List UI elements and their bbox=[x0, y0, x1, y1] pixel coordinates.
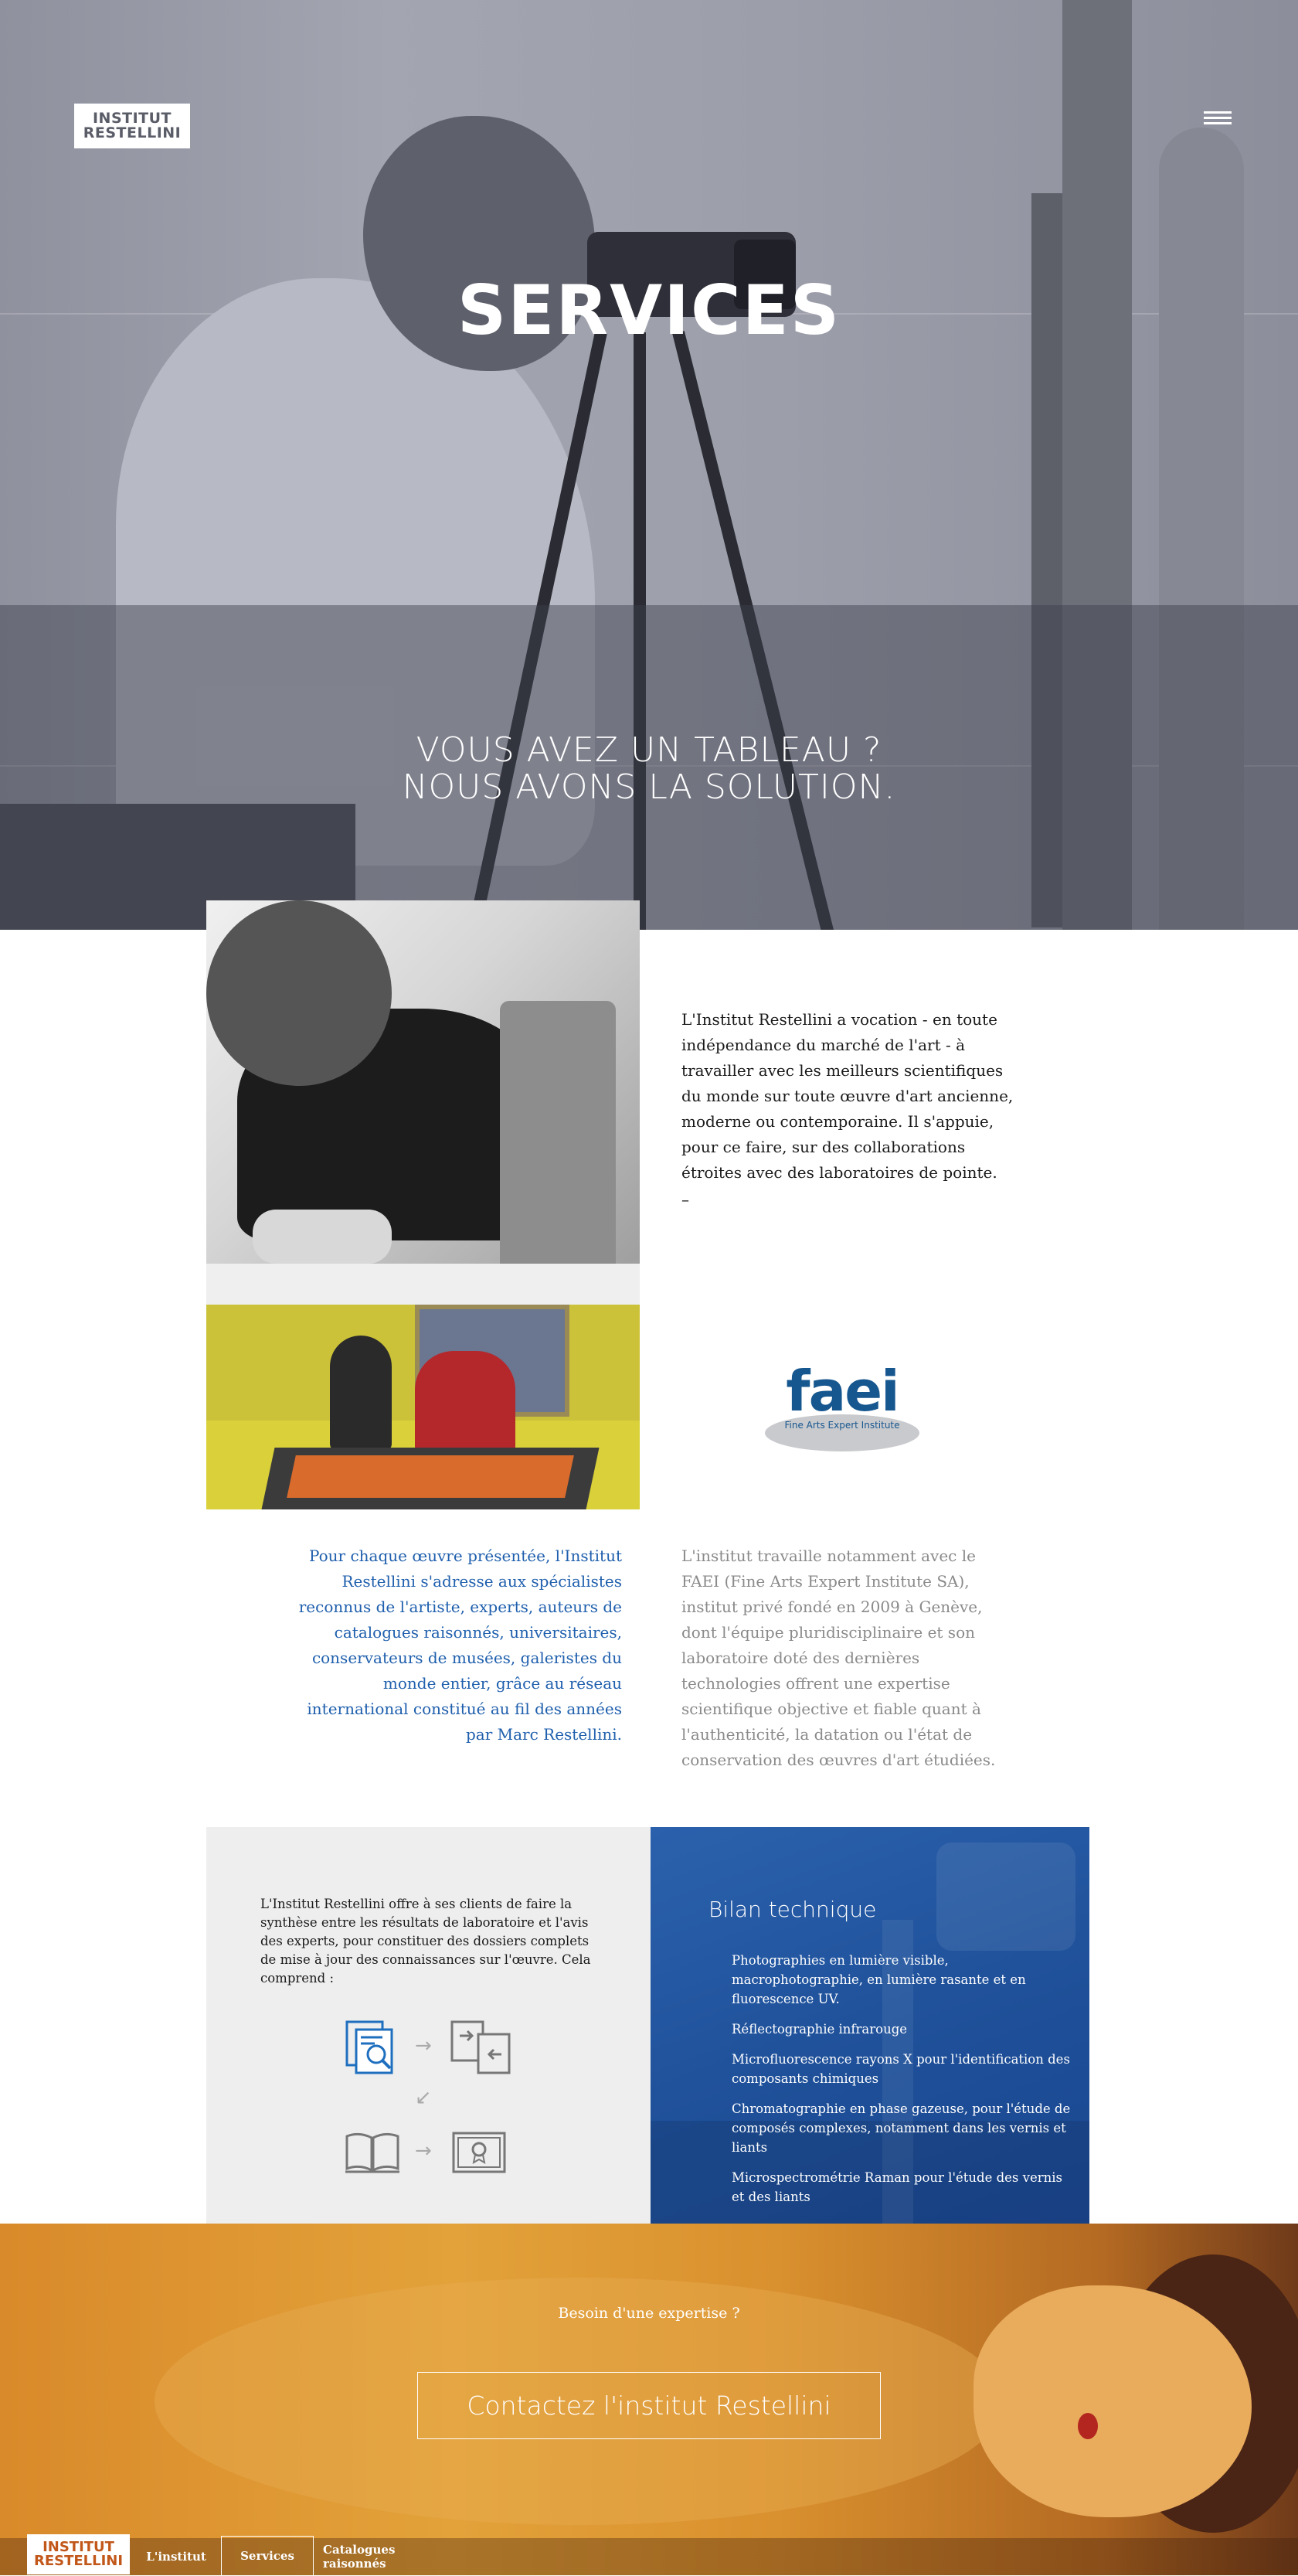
hero-subtitle-line-2: NOUS AVONS LA SOLUTION. bbox=[402, 767, 896, 807]
hero-banner: INSTITUT RESTELLINI SERVICES VOUS AVEZ U… bbox=[0, 0, 1298, 930]
intro-dash: – bbox=[681, 1190, 689, 1209]
faei-logo-tagline: Fine Arts Expert Institute bbox=[784, 1420, 900, 1431]
specialists-paragraph: Pour chaque œuvre présentée, l'Institut … bbox=[298, 1547, 622, 1744]
experts-examining-painting-photo bbox=[206, 1305, 640, 1509]
logo-line-2: RESTELLINI bbox=[83, 124, 182, 141]
services-intro-text: L'Institut Restellini offre à ses client… bbox=[260, 1897, 591, 1986]
services-synthesis-panel: L'Institut Restellini offre à ses client… bbox=[206, 1827, 651, 2258]
document-search-icon bbox=[345, 2020, 393, 2074]
faei-paragraph: L'institut travaille notamment avec le F… bbox=[681, 1547, 996, 1769]
page-title: SERVICES bbox=[457, 271, 841, 350]
flow-arrow: → bbox=[415, 2139, 432, 2163]
bilan-title: Bilan technique bbox=[708, 1897, 877, 1922]
nav-item-institut[interactable]: L'institut bbox=[144, 2538, 209, 2575]
open-book-icon bbox=[345, 2132, 399, 2173]
nav-item-catalogues[interactable]: Catalogues raisonnés bbox=[323, 2538, 447, 2575]
flow-arrow: → bbox=[415, 2034, 432, 2057]
certificate-icon bbox=[452, 2132, 506, 2173]
footer-logo[interactable]: INSTITUT RESTELLINI bbox=[27, 2534, 130, 2574]
hamburger-menu-icon[interactable] bbox=[1204, 108, 1232, 130]
expert-with-scanner-photo bbox=[206, 900, 640, 1305]
list-item: Microspectrométrie Raman pour l'étude de… bbox=[732, 2170, 1062, 2204]
list-item: Microfluorescence rayons X pour l'identi… bbox=[732, 2052, 1070, 2086]
logo-line-2: RESTELLINI bbox=[33, 2553, 124, 2569]
bilan-list: Photographies en lumière visible, macrop… bbox=[732, 1951, 1072, 2217]
document-exchange-icon bbox=[450, 2020, 511, 2074]
flow-arrow-diagonal: ↙ bbox=[415, 2086, 432, 2109]
faei-logo-word: faei bbox=[786, 1359, 899, 1424]
nav-item-services[interactable]: Services bbox=[221, 2536, 314, 2576]
list-item: Chromatographie en phase gazeuse, pour l… bbox=[732, 2101, 1071, 2155]
logo[interactable]: INSTITUT RESTELLINI bbox=[74, 104, 190, 148]
list-item: Photographies en lumière visible, macrop… bbox=[732, 1953, 1026, 2006]
hero-subtitle-line-1: VOUS AVEZ UN TABLEAU ? bbox=[416, 730, 882, 770]
contact-cta: Besoin d'une expertise ? Contactez l'ins… bbox=[0, 2224, 1298, 2575]
bilan-technique-panel: Bilan technique Photographies en lumière… bbox=[651, 1827, 1089, 2258]
contact-button[interactable]: Contactez l'institut Restellini bbox=[417, 2372, 881, 2439]
list-item: Réflectographie infrarouge bbox=[732, 2022, 908, 2037]
cta-question: Besoin d'une expertise ? bbox=[558, 2305, 740, 2322]
intro-paragraph: L'Institut Restellini a vocation - en to… bbox=[681, 1010, 1014, 1182]
faei-logo: faei Fine Arts Expert Institute bbox=[765, 1360, 919, 1453]
